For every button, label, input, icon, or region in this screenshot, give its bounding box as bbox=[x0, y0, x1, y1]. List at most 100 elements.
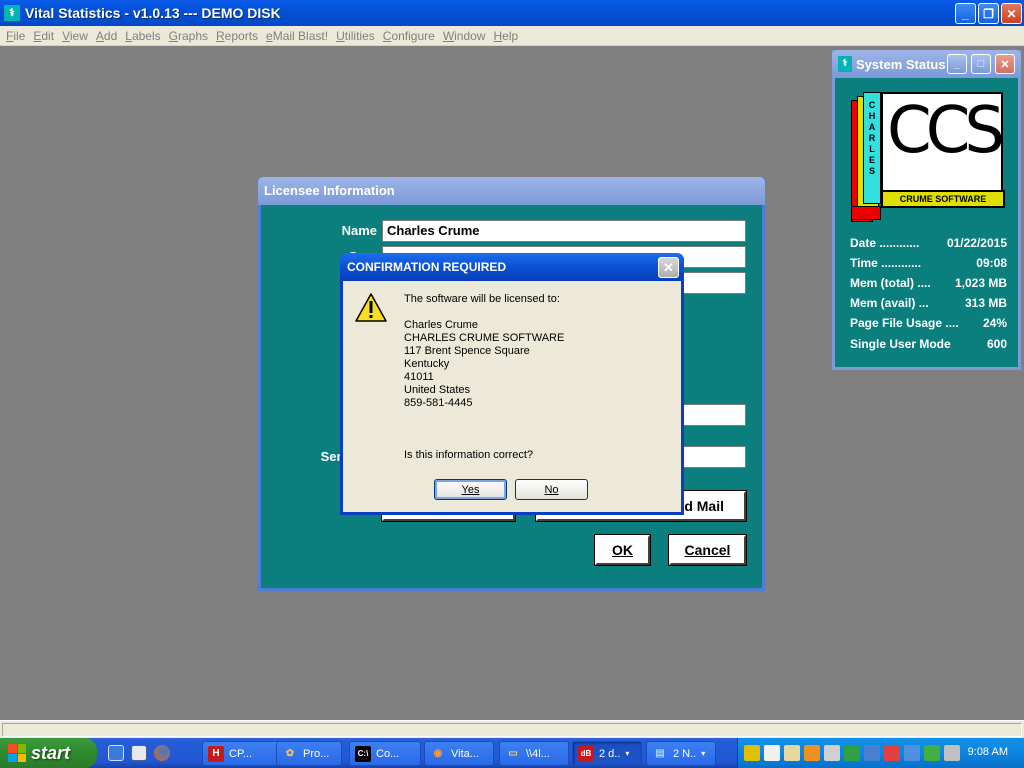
status-label: Page File Usage .... bbox=[850, 316, 959, 330]
dialog-line: 117 Brent Spence Square bbox=[404, 345, 530, 357]
menu-file[interactable]: File bbox=[3, 29, 30, 43]
system-status-title-bar[interactable]: ⚕ System Status bbox=[832, 50, 1021, 78]
ok-button[interactable]: OK bbox=[594, 534, 651, 566]
menu-help[interactable]: Help bbox=[491, 29, 524, 43]
licensee-window-title[interactable]: Licensee Information bbox=[258, 177, 765, 205]
database-icon: dB bbox=[578, 745, 594, 762]
status-row-time: Time ............ 09:08 bbox=[850, 256, 1007, 270]
minimize-button[interactable]: _ bbox=[955, 3, 976, 24]
dialog-close-button[interactable]: ✕ bbox=[658, 257, 679, 278]
notepad-icon: ▤ bbox=[655, 747, 665, 759]
status-row-mem-total: Mem (total) .... 1,023 MB bbox=[850, 276, 1007, 290]
clock[interactable]: 9:08 AM bbox=[968, 746, 1008, 758]
dialog-line: United States bbox=[404, 384, 471, 396]
dialog-question: Is this information correct? bbox=[404, 449, 533, 461]
start-button[interactable]: start bbox=[0, 738, 97, 768]
status-maximize-button[interactable]: □ bbox=[971, 54, 991, 74]
status-row-page-file: Page File Usage .... 24% bbox=[850, 316, 1007, 330]
status-minimize-button[interactable]: _ bbox=[947, 54, 967, 74]
firefox-icon: ◉ bbox=[433, 747, 443, 759]
tray-app-icon[interactable] bbox=[784, 745, 800, 761]
dialog-line: 859-581-4445 bbox=[404, 397, 473, 409]
status-label: Date ............ bbox=[850, 236, 920, 250]
tray-app-icon[interactable] bbox=[804, 745, 820, 761]
chevron-down-icon: ▾ bbox=[701, 749, 706, 758]
menu-labels[interactable]: Labels bbox=[122, 29, 165, 43]
dialog-line: Kentucky bbox=[404, 358, 450, 370]
command-prompt-icon: C:\ bbox=[355, 745, 371, 762]
menu-bar: File Edit View Add Labels Graphs Reports… bbox=[0, 26, 1024, 46]
app-title: Vital Statistics - v1.0.13 --- DEMO DISK bbox=[25, 5, 281, 21]
tray-app-icon[interactable] bbox=[764, 745, 780, 761]
system-status-title: System Status bbox=[856, 56, 946, 72]
status-label: Time ............ bbox=[850, 256, 922, 270]
menu-graphs[interactable]: Graphs bbox=[166, 29, 213, 43]
logo-main-text: CCS bbox=[887, 94, 1005, 168]
yes-button-label: Yes bbox=[461, 483, 480, 496]
menu-add[interactable]: Add bbox=[93, 29, 122, 43]
dialog-line: CHARLES CRUME SOFTWARE bbox=[404, 332, 565, 344]
system-status-window: ⚕ System Status _ □ ✕ CHARLES CCS CRUME … bbox=[832, 50, 1021, 370]
menu-window[interactable]: Window bbox=[440, 29, 491, 43]
close-button[interactable]: ✕ bbox=[1001, 3, 1022, 24]
yes-button[interactable]: Yes bbox=[434, 479, 507, 500]
zonealarm-icon[interactable] bbox=[744, 745, 760, 761]
status-value: 24% bbox=[982, 316, 1007, 330]
no-button[interactable]: No bbox=[515, 479, 588, 500]
system-tray: 9:08 AM bbox=[737, 738, 1024, 768]
status-value: 600 bbox=[986, 337, 1007, 351]
menu-edit[interactable]: Edit bbox=[30, 29, 59, 43]
confirmation-dialog: CONFIRMATION REQUIRED ✕ The software wil… bbox=[340, 253, 684, 515]
status-close-button[interactable]: ✕ bbox=[995, 54, 1015, 74]
chevron-down-icon: ▾ bbox=[625, 749, 630, 758]
dialog-intro: The software will be licensed to: bbox=[404, 293, 560, 305]
tray-app-icon[interactable] bbox=[844, 745, 860, 761]
status-value: 09:08 bbox=[976, 256, 1007, 270]
taskbar-item-folder[interactable]: ▭ \\4l... bbox=[499, 741, 569, 766]
tray-app-icon[interactable] bbox=[884, 745, 900, 761]
dialog-line: 41011 bbox=[404, 371, 434, 383]
tray-app-icon[interactable] bbox=[824, 745, 840, 761]
firefox-icon[interactable] bbox=[154, 745, 170, 761]
menu-configure[interactable]: Configure bbox=[380, 29, 440, 43]
menu-view[interactable]: View bbox=[59, 29, 93, 43]
app-title-bar[interactable]: ⚕ Vital Statistics - v1.0.13 --- DEMO DI… bbox=[0, 0, 1024, 26]
status-label: Mem (avail) ... bbox=[850, 296, 929, 310]
taskbar-item-vital[interactable]: ◉ Vita... bbox=[424, 741, 494, 766]
task-label: Vita... bbox=[451, 747, 479, 760]
tray-app-icon[interactable] bbox=[904, 745, 920, 761]
taskbar-item-command[interactable]: C:\ Co... bbox=[349, 741, 421, 766]
status-value: 313 MB bbox=[964, 296, 1007, 310]
no-button-label: No bbox=[544, 483, 559, 496]
ccs-logo: CHARLES CCS CRUME SOFTWARE bbox=[851, 92, 1005, 222]
task-label: Pro... bbox=[303, 747, 330, 760]
status-bar bbox=[0, 720, 1024, 738]
taskbar-item-notepad[interactable]: ▤ 2 N.. ▾ bbox=[646, 741, 716, 766]
menu-utilities[interactable]: Utilities bbox=[333, 29, 380, 43]
dialog-body: The software will be licensed to: Charle… bbox=[343, 281, 681, 512]
network-icon[interactable] bbox=[864, 745, 880, 761]
dialog-title[interactable]: CONFIRMATION REQUIRED bbox=[340, 253, 684, 281]
outlook-icon[interactable] bbox=[131, 745, 147, 761]
task-label: Co... bbox=[376, 747, 400, 760]
h-app-icon: H bbox=[208, 745, 224, 762]
restore-button[interactable]: ❐ bbox=[978, 3, 999, 24]
taskbar-item-pro[interactable]: ✿ Pro... bbox=[276, 741, 342, 766]
warning-icon bbox=[355, 293, 387, 322]
menu-reports[interactable]: Reports bbox=[213, 29, 263, 43]
taskbar-item-db[interactable]: dB 2 d.. ▾ bbox=[572, 741, 642, 766]
show-desktop-icon[interactable] bbox=[108, 745, 124, 761]
windows-flag-icon bbox=[8, 744, 26, 762]
volume-icon[interactable] bbox=[944, 745, 960, 761]
menu-email-blast[interactable]: eMail Blast! bbox=[263, 29, 333, 43]
folder-icon: ▭ bbox=[508, 747, 518, 759]
gear-icon: ✿ bbox=[285, 747, 295, 759]
name-field[interactable]: Charles Crume bbox=[382, 220, 746, 242]
logo-side-text: CHARLES bbox=[868, 100, 876, 176]
taskbar: start H CP... ✿ Pro... C:\ Co... ◉ Vita.… bbox=[0, 738, 1024, 768]
status-row-mem-avail: Mem (avail) ... 313 MB bbox=[850, 296, 1007, 310]
tray-app-icon[interactable] bbox=[924, 745, 940, 761]
cancel-button[interactable]: Cancel bbox=[668, 534, 747, 566]
caduceus-icon[interactable]: ⚕ bbox=[4, 5, 20, 21]
task-label: 2 d.. bbox=[599, 747, 621, 760]
